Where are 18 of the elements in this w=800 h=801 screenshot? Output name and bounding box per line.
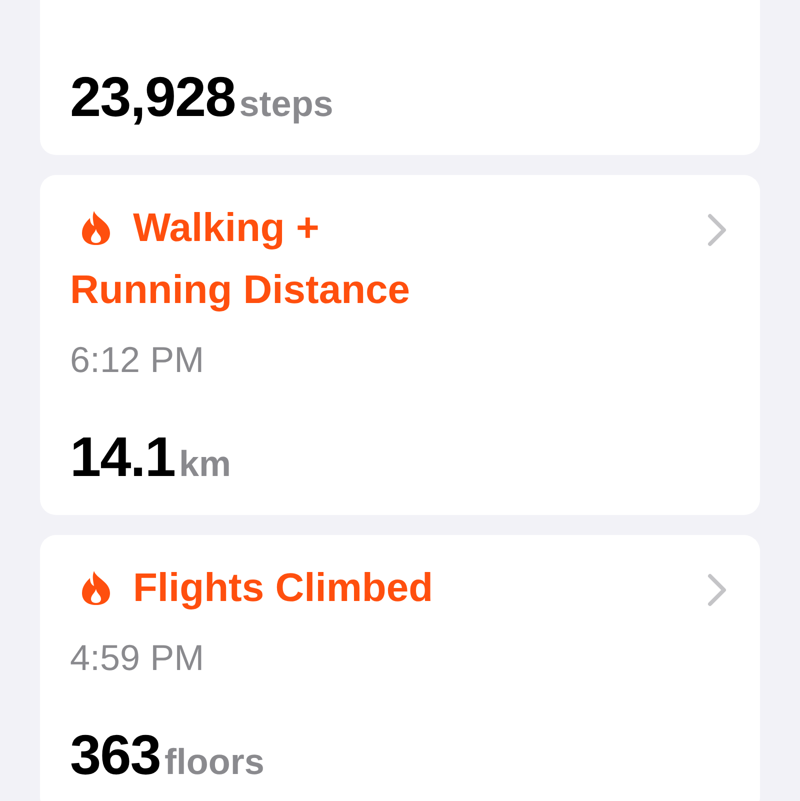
card-background[interactable]: Flights Climbed 4:59 PM 363floors: [40, 535, 760, 801]
metric-value: 14.1: [70, 425, 175, 489]
metric-value: 363: [70, 723, 160, 787]
timestamp: 6:12 PM: [70, 338, 204, 382]
metric-unit: floors: [164, 740, 264, 784]
card-title: Walking +: [133, 205, 320, 252]
card-background[interactable]: 23,928steps: [40, 0, 760, 155]
chevron-icon[interactable]: [706, 573, 728, 607]
card-title: Running Distance: [70, 267, 410, 314]
metric-value: 23,928: [70, 65, 236, 129]
metric-unit: km: [179, 442, 232, 486]
metric-unit: steps: [239, 82, 334, 126]
card-title: Flights Climbed: [133, 565, 433, 612]
timestamp: 4:59 PM: [70, 636, 204, 680]
flame-icon: [80, 570, 112, 606]
flame-icon: [80, 210, 112, 246]
card-background[interactable]: Walking + Running Distance 6:12 PM 14.1km: [40, 175, 760, 515]
chevron-icon[interactable]: [706, 213, 728, 247]
